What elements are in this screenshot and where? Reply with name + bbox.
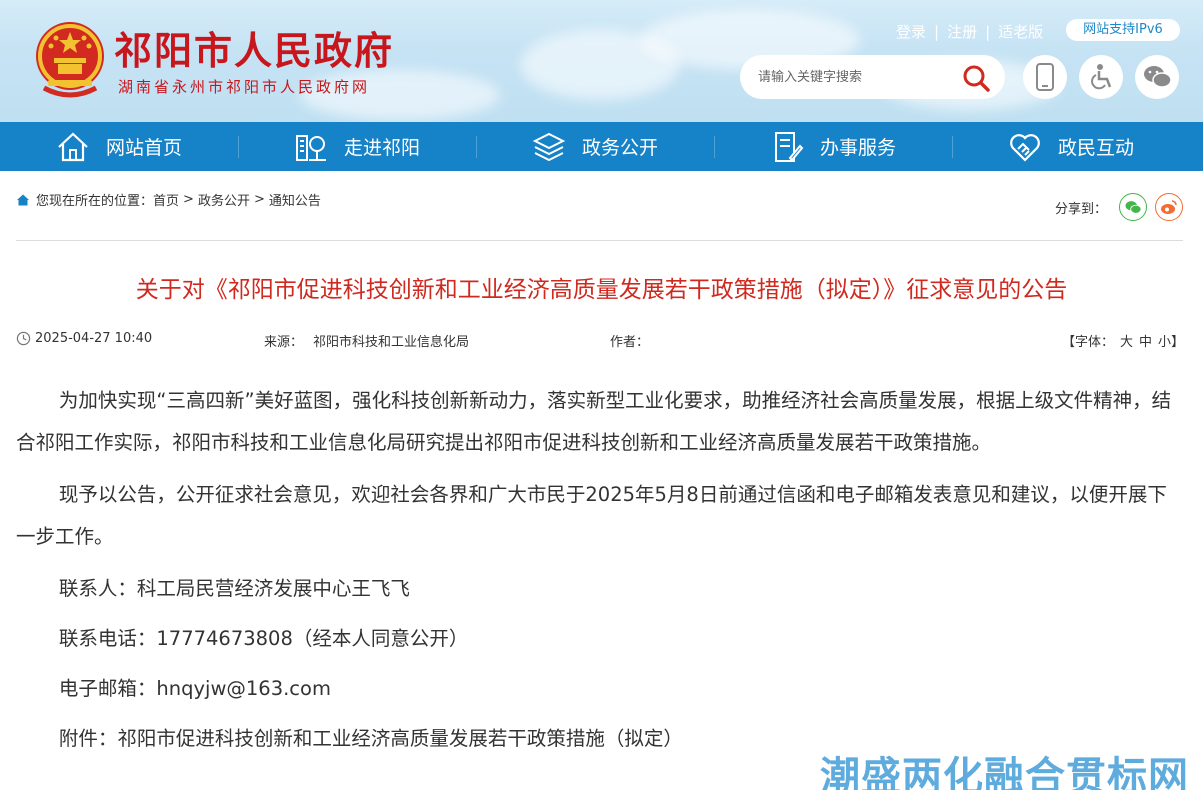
mobile-button[interactable] (1023, 55, 1067, 99)
nav-label: 走进祁阳 (343, 137, 420, 159)
contact-email: 电子邮箱：hnqyjw@163.com (58, 677, 331, 700)
nav-label: 网站首页 (105, 137, 182, 159)
nav-gov-affairs[interactable]: 政务公开 (476, 122, 714, 171)
watermark: 潮盛两化融合贯标网 (820, 754, 1189, 790)
site-subtitle: 湖南省永州市祁阳市人民政府网 (118, 78, 371, 96)
breadcrumb-separator: > (183, 192, 194, 207)
article-source: 来源： 祁阳市科技和工业信息化局 (264, 331, 469, 350)
breadcrumb: 您现在所在的位置： 首页 > 政务公开 > 通知公告 (16, 190, 321, 209)
login-link[interactable]: 登录 (896, 23, 926, 41)
article-paragraph: 为加快实现“三高四新”美好蓝图，强化科技创新新动力，落实新型工业化要求，助推经济… (16, 389, 1172, 454)
share-label: 分享到： (1055, 201, 1108, 217)
breadcrumb-home[interactable]: 首页 (153, 190, 179, 209)
layers-icon (532, 132, 566, 161)
nav-interaction[interactable]: 政民互动 (952, 122, 1190, 171)
font-size-control: 【字体： 大 中 小 】 (1062, 331, 1184, 350)
document-icon (774, 131, 804, 162)
breadcrumb-notices[interactable]: 通知公告 (269, 190, 321, 209)
font-size-small[interactable]: 小 (1158, 331, 1171, 350)
clock-icon (16, 331, 31, 346)
site-title: 祁阳市人民政府 (114, 28, 395, 73)
accessibility-button[interactable] (1079, 55, 1123, 99)
link-separator: | (934, 23, 940, 41)
top-links: 登录 | 注册 | 适老版 (896, 21, 1043, 42)
elderly-mode-link[interactable]: 适老版 (998, 23, 1043, 41)
article-body: 为加快实现“三高四新”美好蓝图，强化科技创新新动力，落实新型工业化要求，助推经济… (16, 380, 1184, 768)
font-size-medium[interactable]: 中 (1139, 331, 1152, 350)
share-bar: 分享到： (1055, 193, 1184, 221)
search-icon[interactable] (961, 63, 991, 93)
heart-handshake-icon (1010, 133, 1040, 162)
font-size-close: 】 (1171, 335, 1185, 350)
article-date: 2025-04-27 10:40 (16, 331, 152, 346)
ipv6-badge: 网站支持IPv6 (1066, 19, 1180, 41)
nav-label: 政务公开 (581, 137, 658, 159)
home-icon (17, 194, 29, 205)
author-label: 作者： (610, 335, 650, 350)
nav-label: 政民互动 (1057, 137, 1134, 159)
register-link[interactable]: 注册 (947, 23, 977, 41)
article-paragraph: 现予以公告，公开征求社会意见，欢迎社会各界和广大市民于2025年5月8日前通过信… (16, 483, 1167, 548)
article-author: 作者： (610, 331, 649, 350)
wechat-icon (1144, 66, 1172, 88)
contact-phone: 联系电话：17774673808（经本人同意公开） (58, 627, 469, 650)
link-separator: | (985, 23, 991, 41)
nav-label: 办事服务 (819, 137, 896, 159)
source-label: 来源： (264, 335, 304, 350)
article-title: 关于对《祁阳市促进科技创新和工业经济高质量发展若干政策措施（拟定）》征求意见的公… (135, 277, 1068, 303)
search-input[interactable] (758, 66, 948, 88)
wechat-button[interactable] (1135, 55, 1179, 99)
weibo-icon (1161, 200, 1177, 214)
search-box (740, 55, 1005, 99)
publish-date: 2025-04-27 10:40 (35, 331, 153, 346)
source-value: 祁阳市科技和工业信息化局 (313, 335, 470, 350)
share-wechat-button[interactable] (1119, 193, 1148, 221)
main-nav: 网站首页 走进祁阳 政务公开 办事服务 政民互动 (0, 122, 1203, 171)
breadcrumb-separator: > (253, 192, 265, 207)
nav-services[interactable]: 办事服务 (714, 122, 952, 171)
breadcrumb-gov-affairs[interactable]: 政务公开 (198, 190, 250, 209)
mobile-icon (1036, 63, 1054, 91)
national-emblem-logo (36, 22, 104, 98)
accessibility-icon (1091, 64, 1112, 90)
font-size-large[interactable]: 大 (1120, 331, 1133, 350)
font-size-label: 【字体： (1062, 335, 1115, 350)
breadcrumb-prefix: 您现在所在的位置： (36, 194, 154, 209)
contact-person: 联系人：科工局民营经济发展中心王飞飞 (58, 577, 410, 600)
share-weibo-button[interactable] (1155, 193, 1184, 221)
city-icon (295, 134, 326, 161)
nav-home[interactable]: 网站首页 (0, 122, 238, 171)
home-icon (58, 131, 88, 161)
wechat-icon (1125, 200, 1142, 214)
divider (16, 240, 1183, 241)
nav-about-qiyang[interactable]: 走进祁阳 (238, 122, 476, 171)
site-header: 祁阳市人民政府 湖南省永州市祁阳市人民政府网 登录 | 注册 | 适老版 网站支持IPv… (0, 0, 1203, 122)
